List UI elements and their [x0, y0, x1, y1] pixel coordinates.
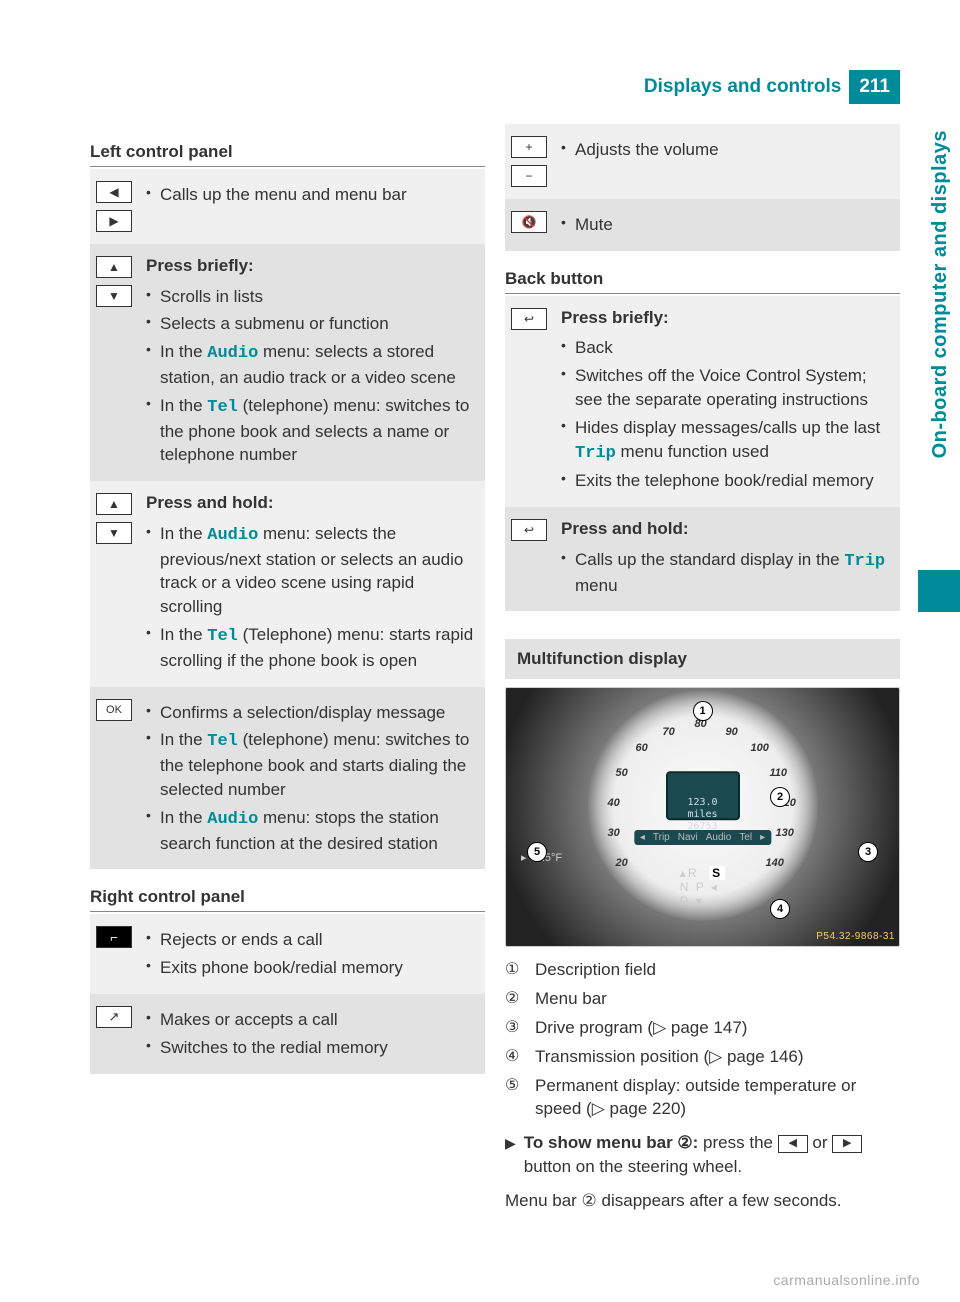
list-item: Switches to the redial memory	[146, 1036, 477, 1060]
multifunction-heading: Multifunction display	[505, 639, 900, 679]
ok-button-icon: OK	[96, 699, 132, 721]
callout-1: 1	[694, 702, 712, 720]
list-item: Selects a submenu or function	[146, 312, 477, 336]
back-icon: ↩	[511, 519, 547, 541]
list-item: Calls up the menu and menu bar	[146, 183, 477, 207]
left-arrow-icon: ◀	[96, 181, 132, 203]
row-heading: Press briefly:	[561, 306, 892, 331]
right-arrow-icon: ▶	[832, 1135, 862, 1153]
list-item: Hides display messages/calls up the last…	[561, 416, 892, 466]
right-arrow-icon: ▶	[96, 210, 132, 232]
row-heading: Press and hold:	[561, 517, 892, 542]
list-item: Adjusts the volume	[561, 138, 892, 162]
chapter-tab-block	[918, 570, 960, 612]
list-item: Makes or accepts a call	[146, 1008, 477, 1032]
volume-minus-icon: −	[511, 165, 547, 187]
list-item: In the Tel (Telephone) menu: starts rapi…	[146, 623, 477, 673]
up-arrow-icon: ▲	[96, 493, 132, 515]
list-item: Back	[561, 336, 892, 360]
gear-indicator: ▴R S N P ◂ D ▾	[680, 866, 725, 908]
list-item: In the Tel (telephone) menu: switches to…	[146, 394, 477, 467]
volume-plus-icon: +	[511, 136, 547, 158]
action-text: To show menu bar ②: press the ◀ or ▶ but…	[524, 1131, 900, 1179]
list-item: Confirms a selection/display message	[146, 701, 477, 725]
legend-text: Permanent display: outside temperature o…	[535, 1075, 900, 1121]
list-item: In the Audio menu: stops the station sea…	[146, 806, 477, 856]
down-arrow-icon: ▼	[96, 285, 132, 307]
photo-ref-label: P54.32-9868-31	[816, 931, 895, 942]
up-arrow-icon: ▲	[96, 256, 132, 278]
back-button-heading: Back button	[505, 269, 900, 294]
legend-num-4: ④	[505, 1046, 525, 1068]
mute-icon: 🔇	[511, 211, 547, 233]
accept-call-icon: ↗	[96, 1006, 132, 1028]
legend-text: Menu bar	[535, 988, 607, 1011]
dial-trip-readout: 123.0 miles 26753	[687, 797, 717, 833]
row-heading: Press and hold:	[146, 491, 477, 516]
list-item: Switches off the Voice Control System; s…	[561, 364, 892, 412]
list-item: Rejects or ends a call	[146, 928, 477, 952]
legend-num-2: ②	[505, 988, 525, 1010]
legend-num-1: ①	[505, 959, 525, 981]
page-number: 211	[849, 70, 900, 104]
list-item: Mute	[561, 213, 892, 237]
list-item: Exits the telephone book/redial memory	[561, 469, 892, 493]
down-arrow-icon: ▼	[96, 522, 132, 544]
back-icon: ↩	[511, 308, 547, 330]
list-item: Scrolls in lists	[146, 285, 477, 309]
legend-text: Description field	[535, 959, 656, 982]
final-note: Menu bar ② disappears after a few second…	[505, 1189, 900, 1213]
left-arrow-icon: ◀	[778, 1135, 808, 1153]
watermark: carmanualsonline.info	[773, 1272, 920, 1288]
end-call-icon: ⌐	[96, 926, 132, 948]
legend-text: Drive program (▷ page 147)	[535, 1017, 747, 1040]
list-item: In the Tel (telephone) menu: switches to…	[146, 728, 477, 801]
legend-num-5: ⑤	[505, 1075, 525, 1097]
list-item: Calls up the standard display in the Tri…	[561, 548, 892, 598]
legend-text: Transmission position (▷ page 146)	[535, 1046, 804, 1069]
chapter-tab: On-board computer and displays	[921, 120, 960, 468]
right-panel-heading: Right control panel	[90, 887, 485, 912]
list-item: Exits phone book/redial memory	[146, 956, 477, 980]
row-heading: Press briefly:	[146, 254, 477, 279]
section-title: Displays and controls	[644, 76, 841, 98]
legend-num-3: ③	[505, 1017, 525, 1039]
list-item: In the Audio menu: selects the previous/…	[146, 522, 477, 619]
left-panel-heading: Left control panel	[90, 142, 485, 167]
display-menu-bar: ◂ Trip Navi Audio Tel ▸	[634, 830, 771, 845]
list-item: In the Audio menu: selects a stored stat…	[146, 340, 477, 390]
action-arrow-icon: ▶	[505, 1134, 516, 1154]
instrument-cluster-photo: 123.0 miles 26753 20 30 40 50 60 70 80 9…	[505, 687, 900, 947]
